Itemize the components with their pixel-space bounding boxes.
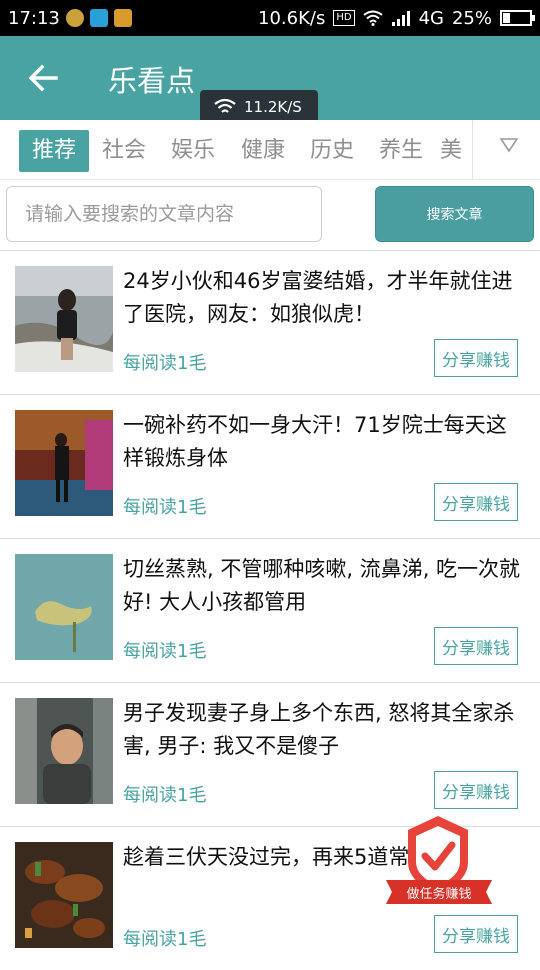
notification-app-icon-2 [113, 9, 132, 27]
notification-app-icon [89, 9, 108, 27]
share-earn-button[interactable]: 分享赚钱 [434, 339, 518, 377]
article-thumbnail [15, 842, 113, 948]
tab-entertainment[interactable]: 娱乐 [163, 130, 223, 172]
list-item[interactable]: 男子发现妻子身上多个东西, 怒将其全家杀害, 男子: 我又不是傻子 每阅读1毛 … [0, 682, 540, 826]
share-earn-button[interactable]: 分享赚钱 [434, 771, 518, 809]
page-title: 乐看点 [108, 64, 196, 98]
article-title: 男子发现妻子身上多个东西, 怒将其全家杀害, 男子: 我又不是傻子 [123, 701, 515, 758]
task-badge-label: 做任务赚钱 [406, 886, 471, 902]
article-title: 切丝蒸熟, 不管哪种咳嗽, 流鼻涕, 吃一次就好! 大人小孩都管用 [123, 557, 521, 614]
tab-beauty[interactable]: 美 [440, 130, 472, 172]
tab-recommend[interactable]: 推荐 [19, 130, 89, 172]
article-thumbnail [15, 410, 113, 516]
tab-society[interactable]: 社会 [94, 130, 154, 172]
status-time: 17:13 [8, 7, 60, 29]
article-reward: 每阅读1毛 [123, 929, 207, 950]
article-reward: 每阅读1毛 [123, 497, 207, 518]
network-speed-toast: 11.2K/S [200, 90, 318, 124]
shield-check-icon: 做任务赚钱 [386, 816, 492, 904]
signal-icon [391, 11, 410, 26]
article-reward: 每阅读1毛 [123, 785, 207, 806]
hd-icon: HD [333, 10, 355, 26]
battery-percent: 25% [451, 7, 492, 29]
back-arrow-icon[interactable] [26, 58, 60, 98]
article-title: 一碗补药不如一身大汗！71岁院士每天这样锻炼身体 [123, 413, 507, 470]
list-item[interactable]: 一碗补药不如一身大汗！71岁院士每天这样锻炼身体 每阅读1毛 分享赚钱 [0, 394, 540, 538]
app-bar: 乐看点 11.2K/S [0, 36, 540, 124]
wifi-icon [214, 98, 236, 113]
tab-wellness[interactable]: 养生 [371, 130, 431, 172]
tab-history[interactable]: 历史 [302, 130, 362, 172]
triangle-down-icon [499, 138, 519, 153]
task-earn-float-button[interactable]: 做任务赚钱 [384, 812, 494, 912]
article-title: 24岁小伙和46岁富婆结婚，才半年就住进了医院，网友：如狼似虎！ [123, 269, 513, 326]
article-thumbnail [15, 266, 113, 372]
share-earn-button[interactable]: 分享赚钱 [434, 627, 518, 665]
battery-icon [500, 10, 535, 26]
article-reward: 每阅读1毛 [123, 353, 207, 374]
search-row: 搜索文章 [0, 180, 540, 250]
list-item[interactable]: 24岁小伙和46岁富婆结婚，才半年就住进了医院，网友：如狼似虎！ 每阅读1毛 分… [0, 250, 540, 394]
network-type: 4G [418, 7, 444, 29]
wifi-icon [362, 10, 383, 26]
article-reward: 每阅读1毛 [123, 641, 207, 662]
more-tabs-button[interactable] [472, 120, 540, 180]
notification-coin-icon [65, 9, 84, 27]
search-input[interactable] [6, 186, 322, 242]
share-earn-button[interactable]: 分享赚钱 [434, 483, 518, 521]
status-net-speed: 10.6K/s [258, 7, 326, 29]
article-thumbnail [15, 554, 113, 660]
toast-speed-text: 11.2K/S [244, 98, 302, 116]
tab-health[interactable]: 健康 [233, 130, 293, 172]
article-thumbnail [15, 698, 113, 804]
list-item[interactable]: 切丝蒸熟, 不管哪种咳嗽, 流鼻涕, 吃一次就好! 大人小孩都管用 每阅读1毛 … [0, 538, 540, 682]
search-button[interactable]: 搜索文章 [375, 186, 534, 242]
status-bar: 17:13 10.6K/s HD 4G 25% [0, 0, 540, 36]
category-tabs: 推荐 社会 娱乐 健康 历史 养生 美 [0, 120, 540, 180]
share-earn-button[interactable]: 分享赚钱 [434, 915, 518, 953]
